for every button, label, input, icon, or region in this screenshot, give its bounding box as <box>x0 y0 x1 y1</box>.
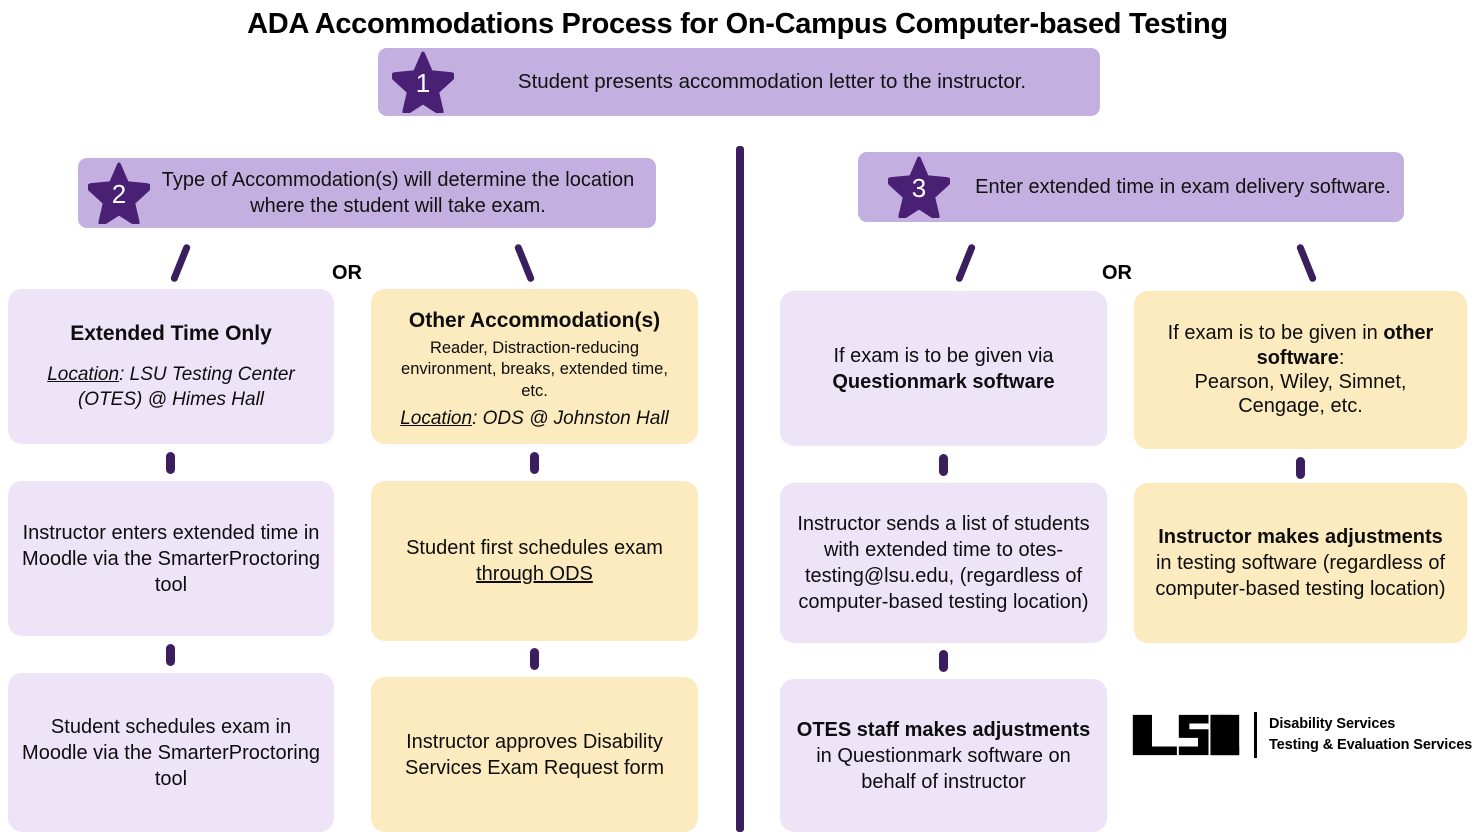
step-2-header: 2 Type of Accommodation(s) will determin… <box>78 158 656 228</box>
box-other-software: If exam is to be given in other software… <box>1134 291 1467 449</box>
star-badge-2: 2 <box>88 162 150 224</box>
location-label: Location <box>47 364 120 386</box>
connector-left-a1 <box>166 452 175 474</box>
connector-left-b2 <box>530 648 539 670</box>
box-text: If exam is to be given in other software… <box>1151 321 1451 370</box>
box-text: If exam is to be given via Questionmark … <box>794 343 1093 395</box>
logo-divider <box>1254 712 1257 758</box>
step-1-text: Student presents accommodation letter to… <box>517 70 1027 94</box>
box-text-line1: If exam is to be given via <box>833 344 1054 367</box>
connector-right-b1 <box>1296 457 1305 479</box>
connector-diagonal-right-2 <box>1295 243 1318 283</box>
logo-text: Disability Services Testing & Evaluation… <box>1269 714 1472 756</box>
logo-text-line1: Disability Services <box>1269 715 1396 732</box>
box-text-part1: Student first schedules exam <box>406 537 663 559</box>
lsu-wordmark-icon <box>1130 712 1242 758</box>
step-1-number: 1 <box>415 68 431 98</box>
box-text-bold: OTES staff makes adjustments <box>796 718 1091 741</box>
location-label: Location <box>400 407 473 429</box>
box-instructor-enters-extended-time: Instructor enters extended time in Moodl… <box>8 481 334 636</box>
logo-text-line2: Testing & Evaluation Services <box>1269 737 1473 753</box>
step-3-text: Enter extended time in exam delivery sof… <box>975 175 1391 198</box>
connector-diagonal-left-2 <box>513 243 536 283</box>
box-otes-staff-adjustments: OTES staff makes adjustments in Question… <box>780 679 1107 832</box>
or-label-left: OR <box>332 262 362 284</box>
page-title: ADA Accommodations Process for On-Campus… <box>247 8 1228 40</box>
box-location: Location: ODS @ Johnston Hall <box>400 407 669 432</box>
connector-left-b1 <box>530 452 539 474</box>
flowchart-canvas: ADA Accommodations Process for On-Campus… <box>0 0 1475 832</box>
step-2-number: 2 <box>111 179 127 209</box>
location-value: : ODS @ Johnston Hall <box>472 407 669 429</box>
box-other-accommodations: Other Accommodation(s) Reader, Distracti… <box>371 289 698 444</box>
step-3-number: 3 <box>911 173 927 203</box>
box-text-rest: in testing software (regardless of compu… <box>1155 552 1446 600</box>
box-text: Instructor enters extended time in Moodl… <box>22 521 320 596</box>
box-text-line3: Pearson, Wiley, Simnet, Cengage, etc. <box>1194 371 1407 418</box>
connector-left-a2 <box>166 644 175 666</box>
box-instructor-makes-adjustments: Instructor makes adjustments in testing … <box>1134 483 1467 643</box>
box-detail: Reader, Distraction-reducing environment… <box>401 339 668 400</box>
box-extended-time-only: Extended Time Only Location: LSU Testing… <box>8 289 334 444</box>
box-questionmark-software: If exam is to be given via Questionmark … <box>780 291 1107 446</box>
box-student-schedules-moodle: Student schedules exam in Moodle via the… <box>8 673 334 832</box>
box-student-first-schedules: Student first schedules exam through ODS <box>371 481 698 641</box>
star-badge-1: 1 <box>392 51 454 113</box>
box-text-underlined: through ODS <box>476 563 593 585</box>
lsu-logo: Disability Services Testing & Evaluation… <box>1130 712 1472 758</box>
connector-right-a1 <box>939 454 948 476</box>
box-text-bold: Questionmark software <box>832 370 1055 393</box>
box-text: Student schedules exam in Moodle via the… <box>22 715 320 790</box>
box-text-line1: If exam is to be given in <box>1167 322 1384 345</box>
box-text-bold: Instructor makes adjustments <box>1158 526 1443 548</box>
box-location: Location: LSU Testing Center (OTES) @ Hi… <box>22 363 320 412</box>
connector-diagonal-left-1 <box>169 243 192 283</box>
box-instructor-approves-form: Instructor approves Disability Services … <box>371 677 698 832</box>
box-text: Instructor sends a list of students with… <box>797 513 1090 613</box>
box-heading: Other Accommodation(s) <box>408 309 661 332</box>
connector-right-a2 <box>939 650 948 672</box>
step-2-text: Type of Accommodation(s) will determine … <box>161 168 635 217</box>
box-text: Instructor makes adjustments in testing … <box>1148 524 1453 602</box>
box-text-colon: : <box>1338 346 1345 369</box>
box-text: Instructor approves Disability Services … <box>405 730 664 779</box>
connector-diagonal-right-1 <box>954 243 977 283</box>
box-text-rest: in Questionmark software on behalf of in… <box>816 744 1071 793</box>
box-text: OTES staff makes adjustments in Question… <box>794 717 1093 795</box>
star-badge-3: 3 <box>888 156 950 218</box>
box-instructor-sends-list: Instructor sends a list of students with… <box>780 483 1107 643</box>
box-text: Student first schedules exam through ODS <box>385 535 684 587</box>
or-label-right: OR <box>1102 262 1132 284</box>
step-1-header: 1 Student presents accommodation letter … <box>378 48 1100 116</box>
section-divider <box>736 146 744 832</box>
box-heading: Extended Time Only <box>70 322 272 346</box>
step-3-header: 3 Enter extended time in exam delivery s… <box>858 152 1404 222</box>
